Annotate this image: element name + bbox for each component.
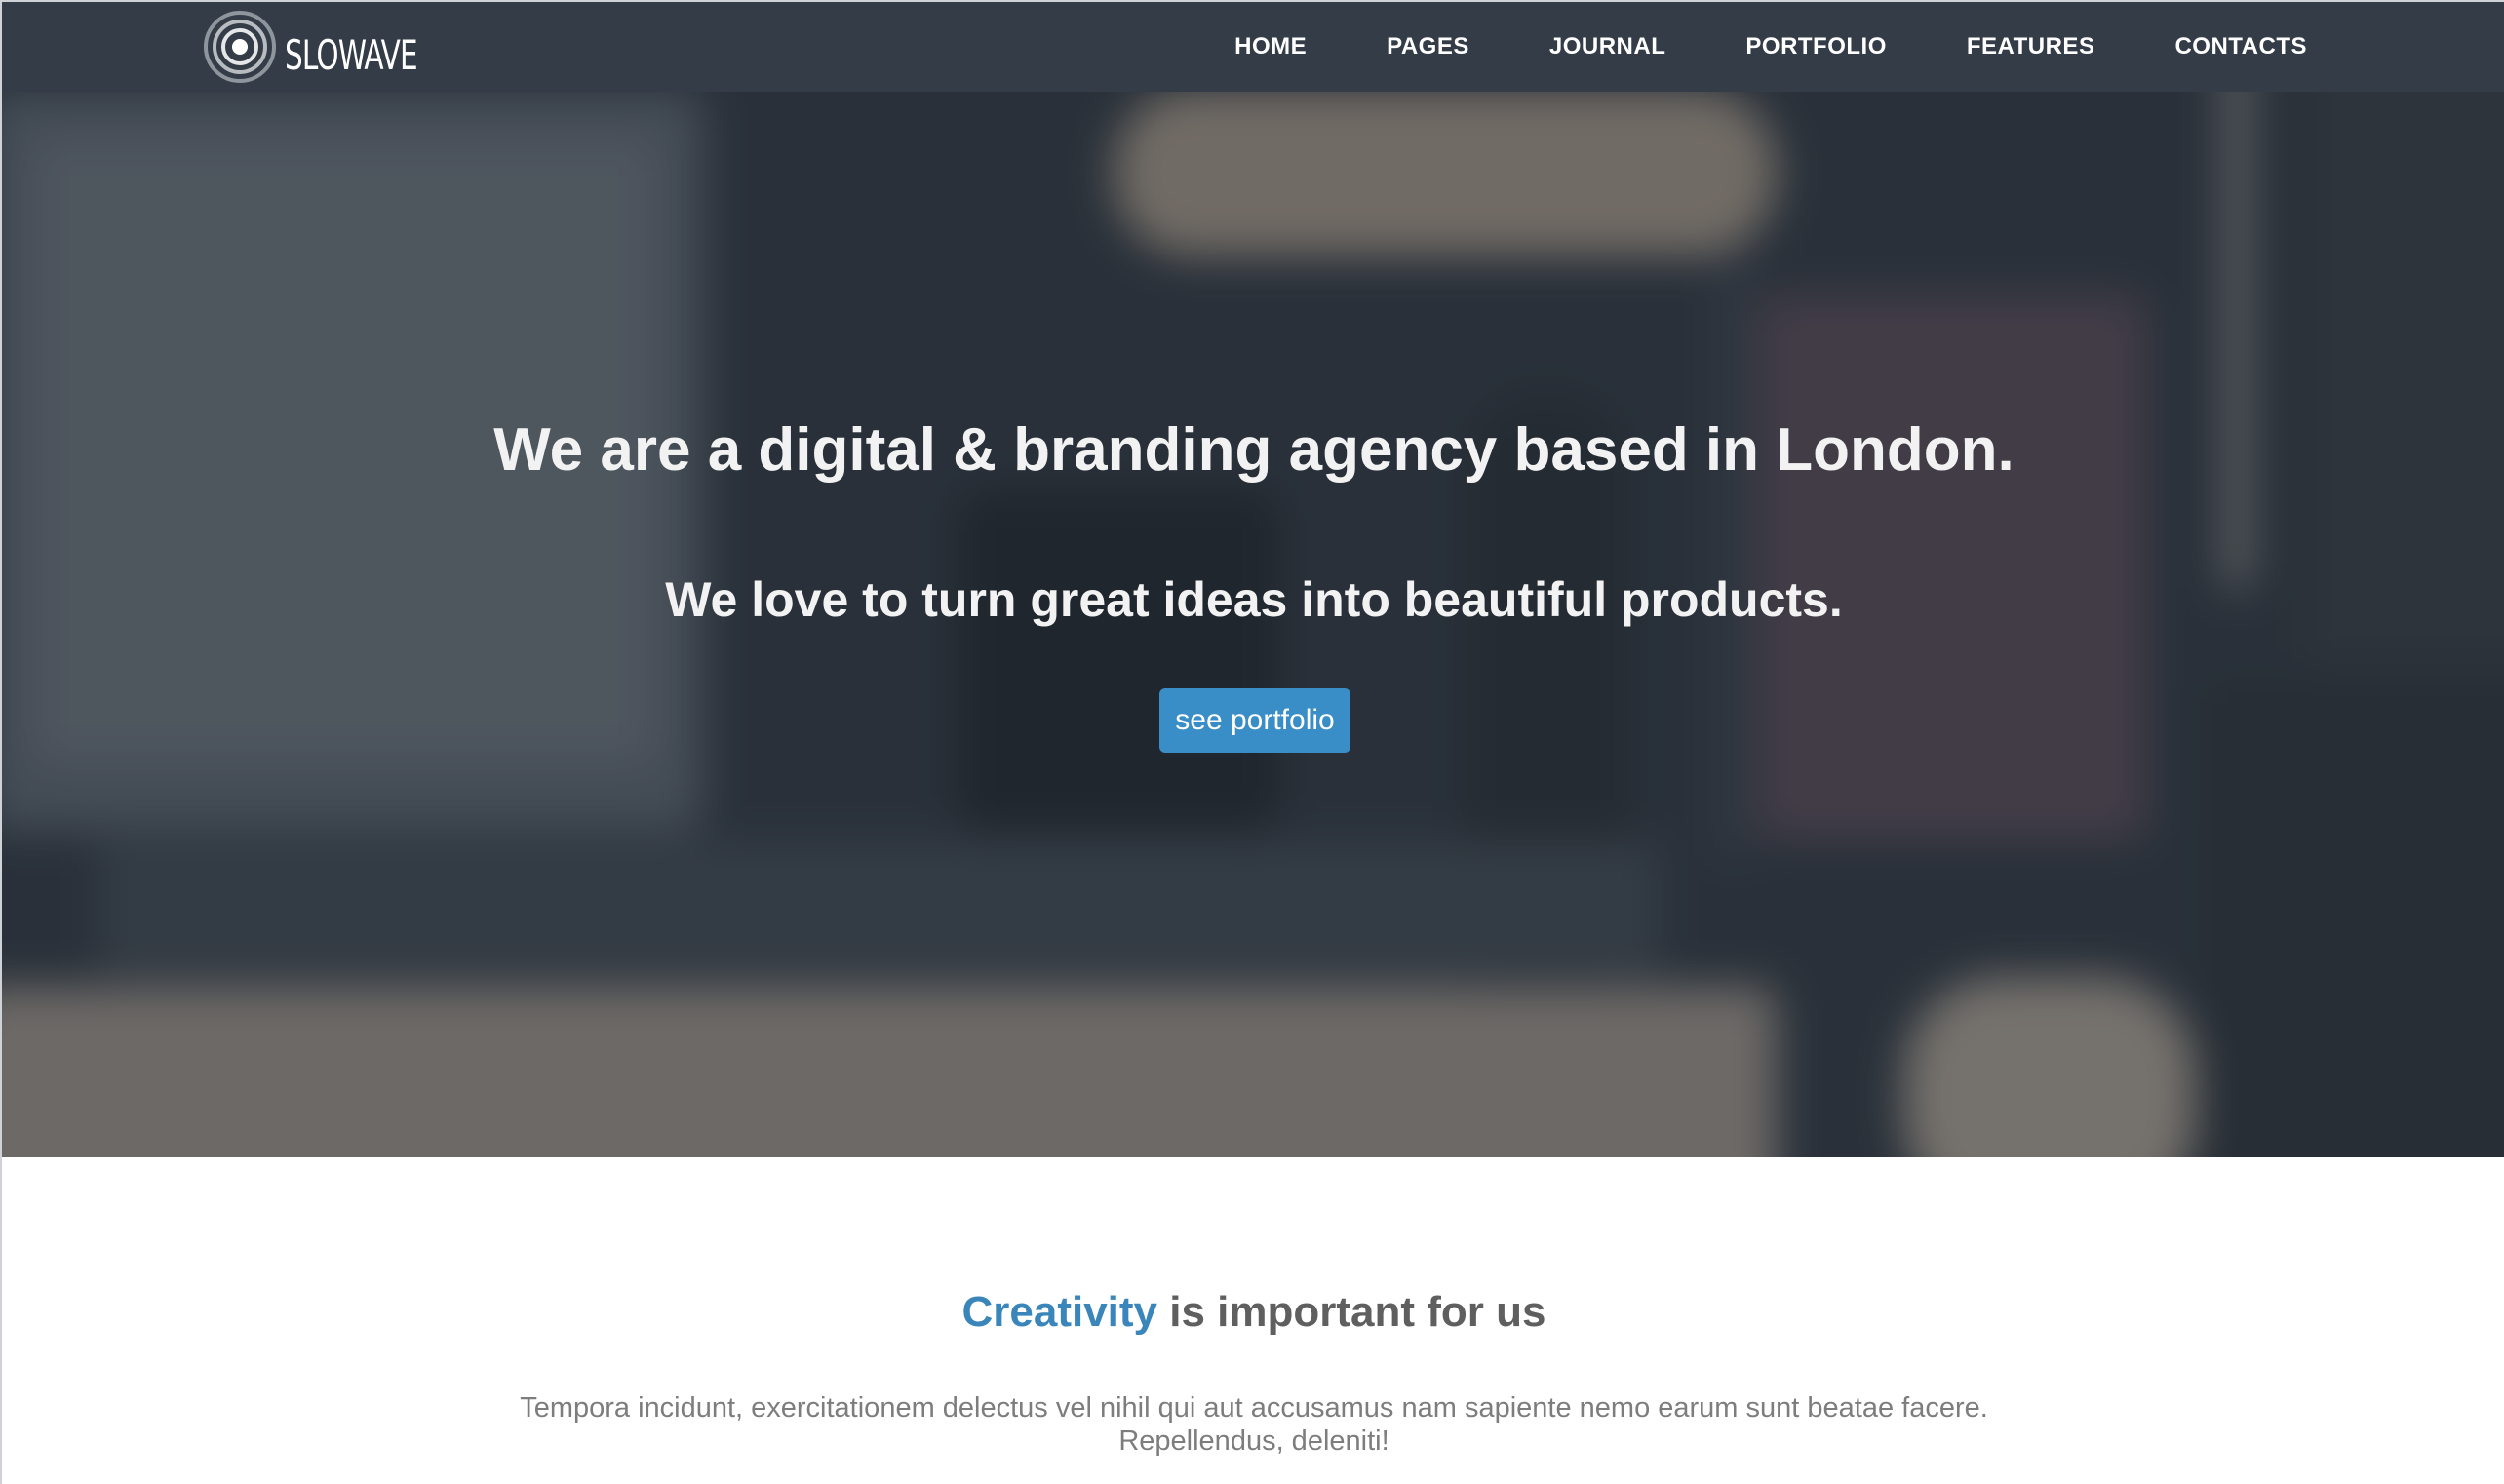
nav-item-features[interactable]: FEATURES	[1967, 33, 2095, 60]
main-nav: HOME PAGES JOURNAL PORTFOLIO FEATURES CO…	[1154, 2, 2307, 92]
nav-item-portfolio[interactable]: PORTFOLIO	[1745, 33, 1887, 60]
hero-title: We are a digital & branding agency based…	[493, 416, 2015, 484]
about-section: Creativity is important for us Tempora i…	[2, 1157, 2504, 1484]
nav-item-pages[interactable]: PAGES	[1387, 33, 1469, 60]
brand-name: SLOWAVE	[285, 30, 418, 79]
see-portfolio-button[interactable]: see portfolio	[1159, 688, 1350, 753]
about-paragraph: Tempora incidunt, exercitationem delectu…	[520, 1392, 1988, 1457]
page: SLOWAVE HOME PAGES JOURNAL PORTFOLIO FEA…	[0, 0, 2504, 1484]
about-heading: Creativity is important for us	[2, 1288, 2504, 1337]
concentric-circles-icon	[204, 11, 276, 83]
brand-logo-link[interactable]: SLOWAVE	[203, 8, 454, 86]
nav-item-contacts[interactable]: CONTACTS	[2174, 33, 2307, 60]
nav-item-home[interactable]: HOME	[1234, 33, 1307, 60]
navbar: SLOWAVE HOME PAGES JOURNAL PORTFOLIO FEA…	[2, 2, 2504, 92]
nav-item-journal[interactable]: JOURNAL	[1549, 33, 1666, 60]
about-heading-accent: Creativity	[961, 1288, 1158, 1336]
about-heading-rest: is important for us	[1157, 1288, 1546, 1336]
hero-subtitle: We love to turn great ideas into beautif…	[665, 572, 1843, 627]
